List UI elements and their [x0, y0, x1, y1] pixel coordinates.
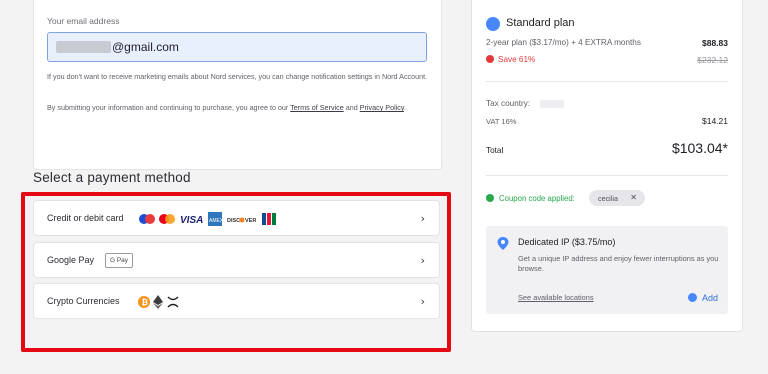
dedicated-ip-card: Dedicated IP ($3.75/mo) Get a unique IP … — [486, 226, 728, 314]
save-icon — [486, 55, 494, 63]
terms-period: . — [403, 103, 406, 112]
dedicated-ip-description: Get a unique IP address and enjoy fewer … — [518, 254, 719, 273]
vat-value: $14.21 — [702, 116, 728, 126]
location-pin-icon — [497, 237, 509, 250]
total-value: $103.04* — [671, 140, 728, 156]
plan-summary-card: Standard plan 2-year plan ($3.17/mo) + 4… — [471, 0, 743, 332]
old-price: $232.12 — [697, 55, 728, 65]
terms-and: and — [343, 103, 360, 112]
see-locations-link[interactable]: See available locations — [518, 293, 594, 302]
email-field[interactable]: @gmail.com — [47, 32, 427, 62]
divider — [486, 175, 728, 176]
plus-icon — [687, 293, 697, 302]
coupon-code: cecilia — [598, 194, 618, 203]
payment-section-title: Select a payment method — [33, 170, 191, 185]
dedicated-ip-title: Dedicated IP ($3.75/mo) — [518, 237, 616, 247]
tax-country-redacted — [540, 100, 564, 108]
terms-note: By submitting your information and conti… — [47, 103, 437, 113]
plan-price: $88.83 — [702, 38, 728, 48]
save-text: Save 61% — [498, 55, 536, 64]
coupon-applied: Coupon code applied: — [486, 194, 575, 203]
email-card: Your email address @gmail.com If you don… — [33, 0, 442, 170]
close-icon[interactable]: ✕ — [630, 193, 637, 202]
terms-note-text: By submitting your information and conti… — [47, 103, 291, 112]
email-value: @gmail.com — [112, 40, 179, 54]
marketing-note: If you don't want to receive marketing e… — [47, 72, 428, 81]
save-badge: Save 61% — [486, 55, 535, 64]
payment-highlight-box — [21, 192, 451, 352]
terms-link[interactable]: Terms of Service — [290, 103, 344, 112]
check-circle-icon — [486, 194, 494, 202]
tax-country-label: Tax country: — [486, 99, 531, 108]
coupon-label: Coupon code applied: — [499, 194, 575, 203]
privacy-link[interactable]: Privacy Policy — [360, 103, 404, 112]
coupon-chip: cecilia ✕ — [589, 190, 645, 206]
add-dedicated-ip-button[interactable]: Add — [687, 293, 718, 303]
plan-name: Standard plan — [506, 17, 575, 29]
add-label: Add — [701, 293, 718, 303]
divider — [486, 81, 728, 82]
plan-logo-icon — [486, 17, 500, 31]
email-label: Your email address — [47, 16, 120, 26]
email-redacted — [56, 41, 111, 53]
total-label: Total — [486, 146, 504, 155]
vat-label: VAT 16% — [486, 117, 517, 126]
plan-description: 2-year plan ($3.17/mo) + 4 EXTRA months — [486, 38, 641, 47]
